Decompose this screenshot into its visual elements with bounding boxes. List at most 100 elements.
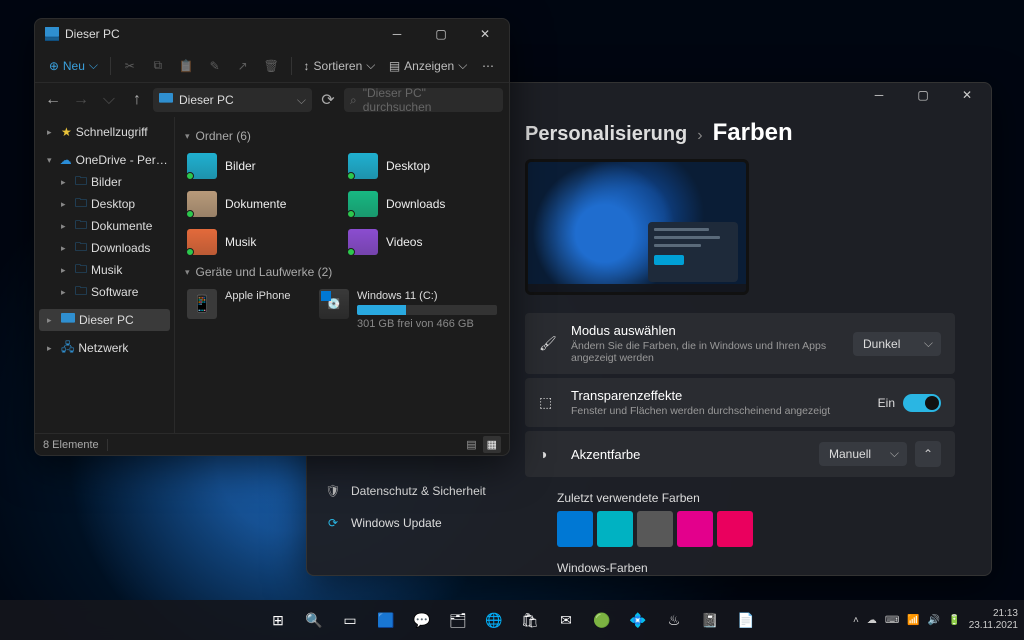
close-button[interactable]: ✕ bbox=[463, 19, 507, 49]
taskbar-app-steam[interactable]: ♨ bbox=[658, 604, 690, 636]
taskbar-app-onenote[interactable]: 📓 bbox=[694, 604, 726, 636]
folder-icon bbox=[348, 229, 378, 255]
search-input[interactable]: ⌕ "Dieser PC" durchsuchen bbox=[344, 88, 503, 112]
taskbar-app-explorer[interactable]: 🗂 bbox=[442, 604, 474, 636]
view-tiles-icon[interactable]: ▦ bbox=[483, 436, 501, 453]
explorer-content[interactable]: Ordner (6) BilderDesktopDokumenteDownloa… bbox=[175, 117, 509, 433]
setting-subtitle: Fenster und Flächen werden durchscheinen… bbox=[571, 405, 864, 417]
chevron-down-icon[interactable]: ⌵ bbox=[297, 93, 306, 108]
color-swatch[interactable] bbox=[677, 511, 713, 547]
volume-icon[interactable]: 🔊 bbox=[928, 615, 940, 626]
up-button[interactable]: ↑ bbox=[125, 88, 149, 112]
copy-icon[interactable]: ⧉ bbox=[145, 53, 171, 79]
status-bar: 8 Elemente ▤ ▦ bbox=[35, 433, 509, 455]
sidebar-item-downloads[interactable]: ▸🗀Downloads bbox=[39, 237, 170, 259]
cut-icon[interactable]: ✂ bbox=[117, 53, 143, 79]
language-indicator[interactable]: ⌨ bbox=[885, 615, 899, 626]
delete-icon[interactable]: 🗑 bbox=[258, 53, 285, 79]
sidebar-item-onedrive[interactable]: ▾ ☁ OneDrive - Personal bbox=[39, 149, 170, 171]
sidebar-item-bilder[interactable]: ▸🗀Bilder bbox=[39, 171, 170, 193]
setting-subtitle: Ändern Sie die Farben, die in Windows un… bbox=[571, 340, 839, 364]
back-button[interactable]: ← bbox=[41, 88, 65, 112]
taskbar-app-word[interactable]: 📄 bbox=[730, 604, 762, 636]
device-item[interactable]: 📱Apple iPhone bbox=[185, 285, 309, 335]
forward-button[interactable]: → bbox=[69, 88, 93, 112]
taskbar-app-taskview[interactable]: ▭ bbox=[334, 604, 366, 636]
new-button[interactable]: ⊕ Neu ⌵ bbox=[43, 53, 104, 79]
sidebar-item-musik[interactable]: ▸🗀Musik bbox=[39, 259, 170, 281]
sidebar-item-update[interactable]: ⟳ Windows Update bbox=[315, 507, 501, 539]
transparency-setting-row: ⬚ Transparenzeffekte Fenster und Flächen… bbox=[525, 378, 955, 427]
taskbar-app-chat[interactable]: 💬 bbox=[406, 604, 438, 636]
sidebar-item-software[interactable]: ▸🗀Software bbox=[39, 281, 170, 303]
settings-content[interactable]: Personalisierung › Farben 🖌 Modus auswäh… bbox=[509, 107, 991, 575]
folder-item[interactable]: Videos bbox=[346, 225, 499, 259]
swatch-group-label: Zuletzt verwendete Farben bbox=[557, 491, 955, 505]
wifi-icon[interactable]: 📶 bbox=[907, 615, 919, 626]
color-swatch[interactable] bbox=[637, 511, 673, 547]
taskbar-app-slack[interactable]: 💠 bbox=[622, 604, 654, 636]
onedrive-icon[interactable]: ☁ bbox=[867, 615, 877, 626]
taskbar-app-widgets[interactable]: 🟦 bbox=[370, 604, 402, 636]
folder-item[interactable]: Downloads bbox=[346, 187, 499, 221]
maximize-button[interactable]: ▢ bbox=[419, 19, 463, 49]
sort-button[interactable]: ↕ Sortieren ⌵ bbox=[298, 53, 381, 79]
folder-icon: 🗀 bbox=[75, 194, 87, 215]
taskbar-app-edge[interactable]: 🌐 bbox=[478, 604, 510, 636]
sidebar-item-network[interactable]: ▸ 🖧 Netzwerk bbox=[39, 337, 170, 359]
taskbar-app-search[interactable]: 🔍 bbox=[298, 604, 330, 636]
minimize-button[interactable]: ─ bbox=[857, 82, 901, 110]
folder-item[interactable]: Desktop bbox=[346, 149, 499, 183]
minimize-button[interactable]: ─ bbox=[375, 19, 419, 49]
explorer-toolbar: ⊕ Neu ⌵ ✂ ⧉ 📋 ✎ ↗ 🗑 ↕ Sortieren ⌵ ▤ Anze… bbox=[35, 49, 509, 83]
taskbar-app-start[interactable]: ⊞ bbox=[262, 604, 294, 636]
sidebar-item-quickaccess[interactable]: ▸ ★ Schnellzugriff bbox=[39, 121, 170, 143]
explorer-titlebar[interactable]: Dieser PC ─ ▢ ✕ bbox=[35, 19, 509, 49]
folder-item[interactable]: Bilder bbox=[185, 149, 338, 183]
accent-select[interactable]: Manuell bbox=[819, 442, 907, 466]
sidebar-item-thispc[interactable]: ▸ Dieser PC bbox=[39, 309, 170, 331]
system-tray[interactable]: ˄ ☁ ⌨ 📶 🔊 🔋 21:13 23.11.2021 bbox=[853, 608, 1018, 632]
tray-overflow-icon[interactable]: ˄ bbox=[853, 615, 859, 626]
maximize-button[interactable]: ▢ bbox=[901, 82, 945, 110]
battery-icon[interactable]: 🔋 bbox=[948, 615, 960, 626]
transparency-toggle[interactable] bbox=[903, 394, 941, 412]
explorer-sidebar[interactable]: ▸ ★ Schnellzugriff ▾ ☁ OneDrive - Person… bbox=[35, 117, 175, 433]
folder-icon: 🗀 bbox=[75, 216, 87, 237]
view-button[interactable]: ▤ Anzeigen ⌵ bbox=[383, 53, 473, 79]
address-bar[interactable]: Dieser PC ⌵ bbox=[153, 88, 312, 112]
refresh-button[interactable]: ⟳ bbox=[316, 88, 340, 112]
sidebar-item-desktop[interactable]: ▸🗀Desktop bbox=[39, 193, 170, 215]
clock[interactable]: 21:13 23.11.2021 bbox=[969, 608, 1018, 632]
chevron-right-icon: ▸ bbox=[61, 287, 71, 298]
folder-item[interactable]: Musik bbox=[185, 225, 338, 259]
page-title: Farben bbox=[713, 119, 793, 147]
folder-item[interactable]: Dokumente bbox=[185, 187, 338, 221]
chevron-up-icon[interactable]: ⌃ bbox=[915, 441, 941, 467]
taskbar-app-spotify[interactable]: 🟢 bbox=[586, 604, 618, 636]
shield-icon: 🛡 bbox=[325, 483, 341, 499]
device-item[interactable]: 💽Windows 11 (C:)301 GB frei von 466 GB bbox=[317, 285, 499, 335]
address-text: Dieser PC bbox=[179, 93, 234, 107]
group-header-folders[interactable]: Ordner (6) bbox=[185, 123, 499, 149]
color-swatch[interactable] bbox=[597, 511, 633, 547]
folder-icon: 🗀 bbox=[75, 172, 87, 193]
sidebar-item-dokumente[interactable]: ▸🗀Dokumente bbox=[39, 215, 170, 237]
color-swatch[interactable] bbox=[557, 511, 593, 547]
mode-select[interactable]: Dunkel bbox=[853, 332, 941, 356]
setting-title: Modus auswählen bbox=[571, 323, 839, 338]
breadcrumb-back[interactable]: Personalisierung bbox=[525, 123, 687, 146]
group-header-devices[interactable]: Geräte und Laufwerke (2) bbox=[185, 259, 499, 285]
close-button[interactable]: ✕ bbox=[945, 82, 989, 110]
rename-icon[interactable]: ✎ bbox=[202, 53, 228, 79]
view-details-icon[interactable]: ▤ bbox=[462, 436, 480, 453]
sidebar-item-privacy[interactable]: 🛡 Datenschutz & Sicherheit bbox=[315, 475, 501, 507]
accent-setting-row: ◑ Akzentfarbe Manuell ⌃ bbox=[525, 431, 955, 477]
color-swatch[interactable] bbox=[717, 511, 753, 547]
more-button[interactable]: ⋯ bbox=[475, 53, 501, 79]
paste-icon[interactable]: 📋 bbox=[173, 53, 200, 79]
recent-dropdown-icon[interactable]: ⌵ bbox=[97, 88, 121, 112]
taskbar-app-mail[interactable]: ✉ bbox=[550, 604, 582, 636]
share-icon[interactable]: ↗ bbox=[230, 53, 256, 79]
taskbar-app-store[interactable]: 🛍 bbox=[514, 604, 546, 636]
